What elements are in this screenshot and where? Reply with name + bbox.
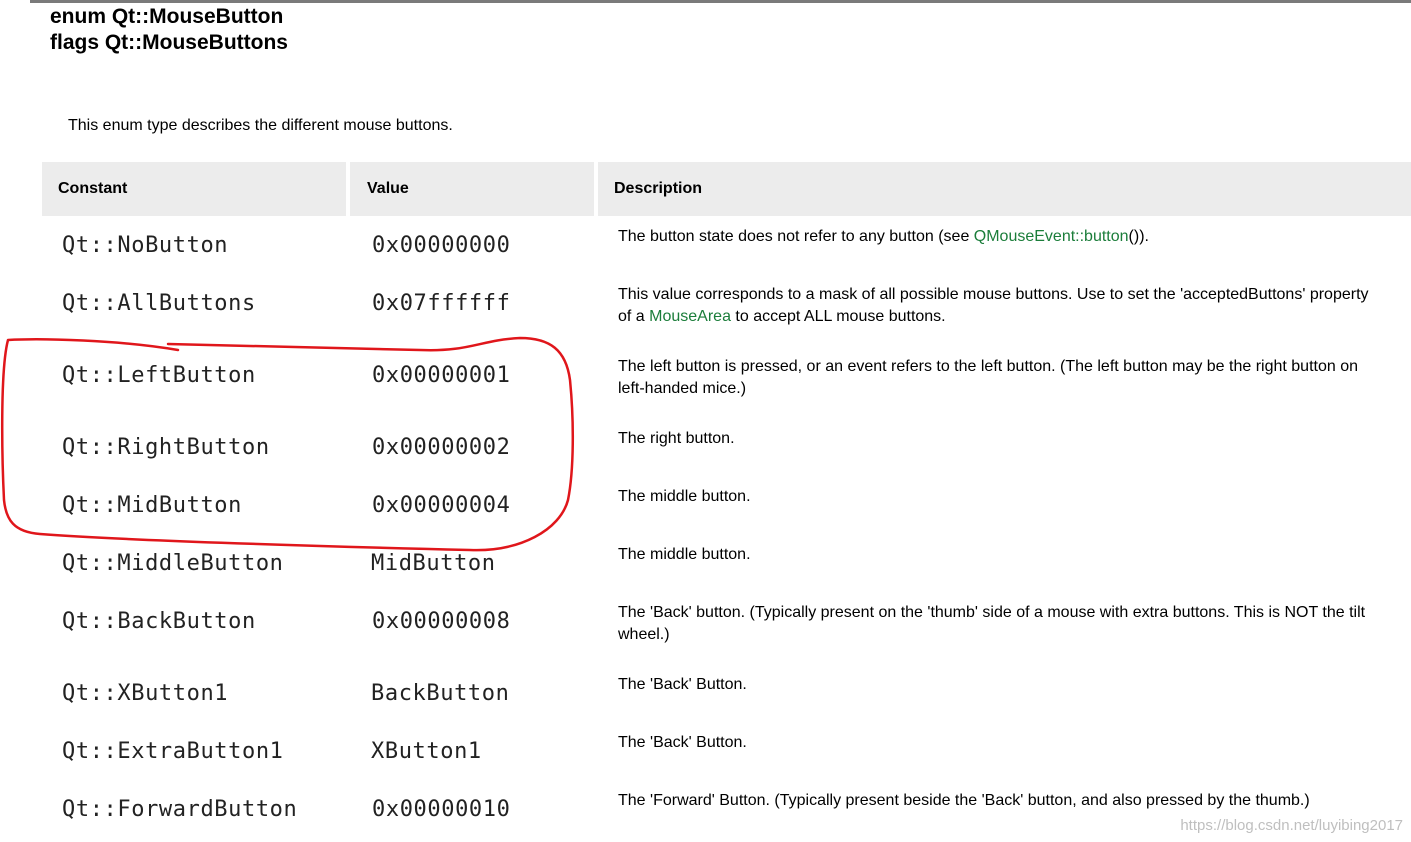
description-cell: The button state does not refer to any b…: [618, 226, 1411, 248]
value-cell: 0x00000002: [372, 435, 511, 460]
description-text: This value corresponds to a mask of all …: [618, 286, 1369, 303]
description-text: ()).: [1128, 228, 1149, 245]
description-text: The button state does not refer to any b…: [618, 228, 974, 245]
column-header-description: Description: [598, 162, 1411, 216]
description-cell: The middle button.: [618, 486, 1411, 508]
description-text: wheel.): [618, 626, 670, 643]
description-text: The 'Forward' Button. (Typically present…: [618, 792, 1310, 809]
description-line: The 'Back' button. (Typically present on…: [618, 602, 1411, 624]
value-cell: XButton1: [371, 739, 482, 764]
value-cell: MidButton: [371, 551, 496, 576]
description-text: The left button is pressed, or an event …: [618, 358, 1358, 375]
description-cell: The middle button.: [618, 544, 1411, 566]
constant-cell: Qt::MidButton: [62, 493, 242, 518]
constant-cell: Qt::LeftButton: [62, 363, 256, 388]
description-line: The middle button.: [618, 486, 1411, 508]
description-line: wheel.): [618, 624, 1411, 646]
constant-cell: Qt::BackButton: [62, 609, 256, 634]
intro-text: This enum type describes the different m…: [68, 117, 453, 134]
description-text: The 'Back' Button.: [618, 734, 747, 751]
column-header-constant: Constant: [42, 162, 346, 216]
description-text: to accept ALL mouse buttons.: [730, 308, 946, 325]
description-line: of a MouseArea to accept ALL mouse butto…: [618, 306, 1411, 328]
description-cell: The 'Back' button. (Typically present on…: [618, 602, 1411, 646]
description-text: The 'Back' button. (Typically present on…: [618, 604, 1366, 621]
value-cell: 0x00000000: [372, 233, 511, 258]
value-cell: 0x00000001: [372, 363, 511, 388]
constant-cell: Qt::ExtraButton1: [62, 739, 284, 764]
description-line: The middle button.: [618, 544, 1411, 566]
value-cell: 0x07ffffff: [372, 291, 511, 316]
description-cell: The 'Back' Button.: [618, 674, 1411, 696]
description-cell: The right button.: [618, 428, 1411, 450]
watermark: https://blog.csdn.net/luyibing2017: [1180, 817, 1403, 834]
page-title: enum Qt::MouseButton flags Qt::MouseButt…: [50, 4, 288, 56]
description-line: The right button.: [618, 428, 1411, 450]
description-text: of a: [618, 308, 650, 325]
enum-title: enum Qt::MouseButton: [50, 5, 284, 28]
description-line: The 'Back' Button.: [618, 732, 1411, 754]
description-line: The 'Forward' Button. (Typically present…: [618, 790, 1411, 812]
value-cell: BackButton: [371, 681, 510, 706]
description-cell: The left button is pressed, or an event …: [618, 356, 1411, 400]
description-text: The middle button.: [618, 546, 751, 563]
description-cell: The 'Back' Button.: [618, 732, 1411, 754]
flags-title: flags Qt::MouseButtons: [50, 31, 288, 54]
description-cell: This value corresponds to a mask of all …: [618, 284, 1411, 328]
constant-cell: Qt::ForwardButton: [62, 797, 298, 822]
description-line: left-handed mice.): [618, 378, 1411, 400]
constant-cell: Qt::AllButtons: [62, 291, 256, 316]
description-cell: The 'Forward' Button. (Typically present…: [618, 790, 1411, 812]
constant-cell: Qt::XButton1: [62, 681, 229, 706]
constant-cell: Qt::MiddleButton: [62, 551, 284, 576]
constant-cell: Qt::NoButton: [62, 233, 229, 258]
description-line: The left button is pressed, or an event …: [618, 356, 1411, 378]
doc-link[interactable]: QMouseEvent::button: [974, 228, 1129, 245]
value-cell: 0x00000010: [372, 797, 511, 822]
description-line: The 'Back' Button.: [618, 674, 1411, 696]
description-text: The right button.: [618, 430, 735, 447]
description-text: The middle button.: [618, 488, 751, 505]
description-text: left-handed mice.): [618, 380, 747, 397]
value-cell: 0x00000008: [372, 609, 511, 634]
description-text: The 'Back' Button.: [618, 676, 747, 693]
value-cell: 0x00000004: [372, 493, 511, 518]
description-line: This value corresponds to a mask of all …: [618, 284, 1411, 306]
doc-link[interactable]: MouseArea: [649, 308, 731, 325]
constant-cell: Qt::RightButton: [62, 435, 270, 460]
column-header-value: Value: [350, 162, 594, 216]
top-rule: [30, 0, 1411, 3]
description-line: The button state does not refer to any b…: [618, 226, 1411, 248]
